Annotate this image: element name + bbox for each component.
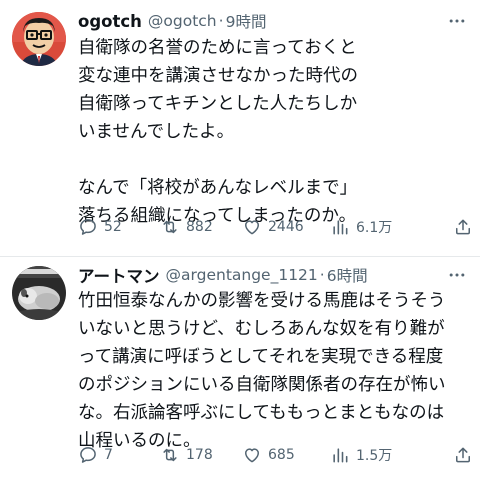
tweet-text-line: のポジションにいる自衛隊関係者の存在が怖い (78, 375, 446, 395)
tweet-text-line: って講演に呼ぼうとしてそれを実現できる程度 (78, 347, 444, 367)
share-icon (456, 447, 470, 463)
tweet-text-line: なんで「将校があんなレベルまで」 (78, 178, 358, 198)
like-button[interactable]: 2446 (242, 213, 304, 241)
avatar-argentange[interactable] (12, 266, 66, 320)
like-count: 2446 (268, 219, 304, 235)
like-icon (245, 220, 259, 235)
timestamp[interactable]: 9時間 (226, 10, 267, 32)
retweet-count: 882 (186, 219, 213, 235)
tweet-text-line: 竹田恒泰なんかの影響を受ける馬鹿はそうそう (78, 291, 446, 311)
avatar-dog-photo (12, 266, 66, 320)
reply-button[interactable]: 52 (78, 213, 122, 241)
more-icon (449, 273, 465, 277)
views-count: 6.1万 (356, 220, 393, 236)
reply-count: 52 (104, 219, 122, 235)
views-count: 1.5万 (356, 448, 393, 464)
timestamp[interactable]: 6時間 (327, 264, 368, 286)
retweet-icon (163, 448, 177, 462)
tweet-text: 自衛隊の名誉のために言っておくと 変な連中を講演させなかった時代の 自衛隊ってキ… (78, 34, 473, 230)
reply-button[interactable]: 7 (78, 441, 113, 469)
more-button[interactable] (446, 264, 468, 286)
separator-dot: · (218, 12, 224, 30)
avatar-ogotch[interactable] (12, 12, 66, 66)
display-name[interactable]: ogotch (78, 12, 142, 31)
tweet-text-line: 自衛隊ってキチンとした人たちしか (78, 94, 358, 114)
action-bar: 7 178 685 1.5万 (78, 441, 480, 469)
share-button[interactable] (453, 441, 473, 469)
action-bar: 52 882 2446 6.1万 (78, 213, 480, 241)
reply-icon (80, 447, 96, 463)
like-icon (245, 448, 259, 463)
reply-icon (80, 219, 96, 235)
handle[interactable]: @ogotch (148, 12, 217, 30)
more-icon (449, 19, 465, 23)
tweet-text: 竹田恒泰なんかの影響を受ける馬鹿はそうそう いないと思うけど、むしろあんな奴を有… (78, 287, 473, 455)
tweet-header: アートマン @argentange_1121 · 6時間 (78, 264, 468, 286)
handle[interactable]: @argentange_1121 (166, 266, 318, 284)
like-button[interactable]: 685 (242, 441, 295, 469)
avatar-cartoon-face (12, 12, 66, 66)
views-icon (333, 448, 348, 463)
share-button[interactable] (453, 213, 473, 241)
views-button[interactable]: 6.1万 (330, 213, 392, 241)
tweet-header: ogotch @ogotch · 9時間 (78, 10, 468, 32)
share-icon (456, 219, 470, 235)
retweet-button[interactable]: 178 (160, 441, 213, 469)
display-name[interactable]: アートマン (78, 263, 160, 287)
tweet-text-line: 自衛隊の名誉のために言っておくと (78, 38, 357, 58)
retweet-button[interactable]: 882 (160, 213, 213, 241)
tweet-text-line: いないと思うけど、むしろあんな奴を有り難が (78, 319, 445, 339)
tweet-text-line: 変な連中を講演させなかった時代の (78, 66, 358, 86)
reply-count: 7 (104, 447, 113, 463)
views-button[interactable]: 1.5万 (330, 441, 392, 469)
tweet-text-line: な。右派論客呼ぶにしてももっとまともなのは (78, 403, 445, 423)
retweet-icon (163, 220, 177, 234)
separator-dot: · (319, 266, 325, 284)
more-button[interactable] (446, 10, 468, 32)
views-icon (333, 220, 348, 235)
like-count: 685 (268, 447, 295, 463)
tweet-text-line: いませんでしたよ。 (78, 122, 235, 142)
retweet-count: 178 (186, 447, 213, 463)
